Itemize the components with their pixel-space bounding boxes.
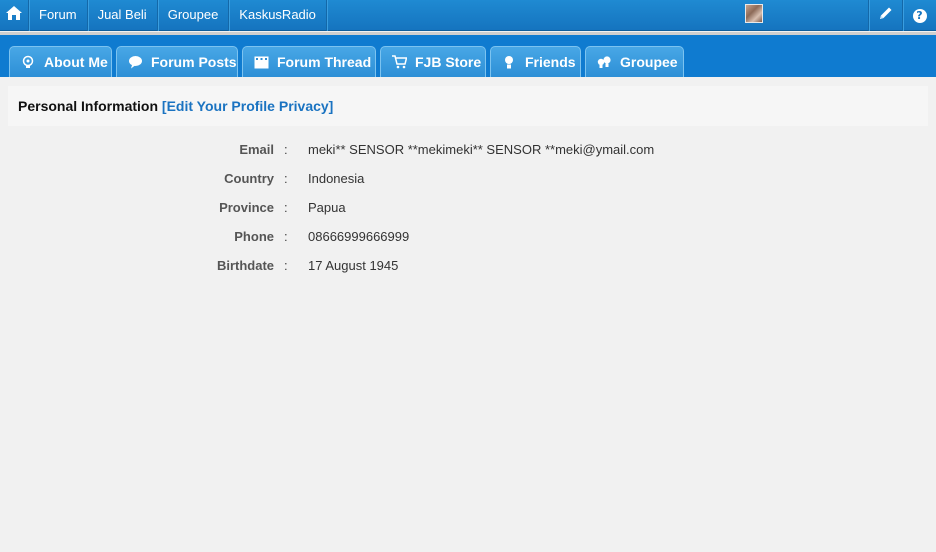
people-icon — [596, 54, 612, 70]
help-button[interactable]: ? — [902, 0, 936, 31]
bulb-person-icon — [20, 54, 36, 70]
nav-kaskusradio[interactable]: KaskusRadio — [229, 0, 327, 31]
info-label: Email — [239, 142, 274, 157]
tab-fjb-store[interactable]: FJB Store — [380, 46, 486, 77]
tab-friends[interactable]: Friends — [490, 46, 581, 77]
speech-bubble-icon — [127, 54, 143, 70]
pencil-icon — [879, 6, 893, 25]
edit-profile-privacy-link[interactable]: [Edit Your Profile Privacy] — [162, 98, 333, 114]
tab-about-me[interactable]: About Me — [9, 46, 112, 77]
person-icon — [501, 54, 517, 70]
profile-tab-bar: About Me Forum Posts Forum Thread FJB St… — [0, 35, 936, 77]
nav-jual-beli[interactable]: Jual Beli — [88, 0, 158, 31]
info-row-country: Country : Indonesia — [0, 171, 700, 191]
question-mark-icon: ? — [912, 8, 927, 23]
home-icon — [6, 1, 22, 30]
info-separator: : — [284, 258, 288, 273]
info-label: Province — [219, 200, 274, 215]
tab-label: About Me — [44, 54, 108, 70]
info-separator: : — [284, 200, 288, 215]
tab-label: Forum Thread — [277, 54, 372, 70]
info-value: 08666999666999 — [308, 229, 410, 244]
tab-label: Groupee — [620, 54, 678, 70]
section-title: Personal Information — [18, 98, 159, 114]
info-row-province: Province : Papua — [0, 200, 700, 220]
info-row-birthdate: Birthdate : 17 August 1945 — [0, 258, 700, 278]
tab-label: FJB Store — [415, 54, 482, 70]
tab-forum-thread[interactable]: Forum Thread — [242, 46, 376, 77]
shopping-cart-icon — [391, 54, 407, 70]
home-button[interactable] — [0, 0, 29, 31]
tab-label: Forum Posts — [151, 54, 237, 70]
info-label: Phone — [234, 229, 274, 244]
info-separator: : — [284, 229, 288, 244]
tab-label: Friends — [525, 54, 576, 70]
user-avatar[interactable] — [745, 4, 763, 23]
tab-forum-posts[interactable]: Forum Posts — [116, 46, 238, 77]
info-value: meki** SENSOR **mekimeki** SENSOR **meki… — [308, 142, 655, 157]
info-row-email: Email : meki** SENSOR **mekimeki** SENSO… — [0, 142, 700, 162]
top-navigation-bar: Forum Jual Beli Groupee KaskusRadio ? — [0, 0, 936, 31]
info-row-phone: Phone : 08666999666999 — [0, 229, 700, 249]
info-separator: : — [284, 171, 288, 186]
info-label: Birthdate — [216, 258, 274, 273]
info-label: Country — [224, 171, 274, 186]
info-value: Indonesia — [308, 171, 365, 186]
info-value: Papua — [308, 200, 346, 215]
nav-forum[interactable]: Forum — [29, 0, 88, 31]
tab-groupee[interactable]: Groupee — [585, 46, 684, 77]
film-strip-icon — [253, 54, 269, 70]
info-value: 17 August 1945 — [308, 258, 399, 273]
write-button[interactable] — [868, 0, 902, 31]
personal-information-header: Personal Information [Edit Your Profile … — [8, 86, 928, 126]
nav-groupee[interactable]: Groupee — [158, 0, 230, 31]
info-separator: : — [284, 142, 288, 157]
